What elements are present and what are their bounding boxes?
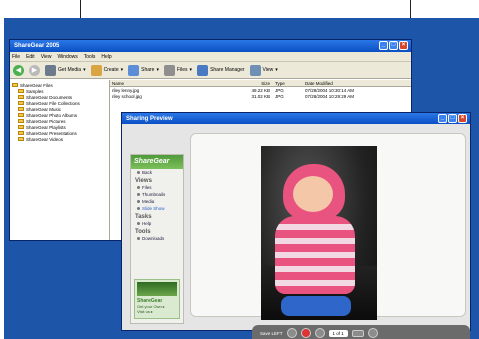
share-manager-button[interactable]: Share Manager [197, 64, 245, 76]
sharegear-ad-banner[interactable]: ShareGear Get your Own ▸ Visit us ▸ [134, 279, 180, 319]
table-row[interactable]: riley school.jpg 31.02 KB JPG 07/28/2004… [110, 93, 411, 99]
link-media[interactable]: Media [131, 198, 183, 205]
close-button[interactable]: × [399, 41, 408, 50]
folder-icon [18, 101, 24, 105]
camera-icon [45, 64, 56, 76]
share-icon [128, 64, 140, 76]
maximize-button[interactable]: □ [448, 114, 457, 123]
photo-face [293, 176, 333, 212]
files-button[interactable]: Files ▾ [163, 64, 192, 76]
file-type: JPG [275, 93, 284, 99]
back-icon [137, 171, 140, 174]
bullet-icon [137, 207, 140, 210]
link-thumbnails[interactable]: Thumbnails [131, 191, 183, 198]
file-size: 49.22 KB [251, 87, 270, 93]
ad-image [137, 282, 177, 296]
link-help[interactable]: Help [131, 220, 183, 227]
fullscreen-icon[interactable] [351, 329, 364, 337]
file-list-header: Name Size Type Date Modified [110, 80, 411, 87]
create-icon [90, 64, 102, 76]
back-link[interactable]: Back [131, 169, 183, 176]
menu-help[interactable]: Help [101, 54, 111, 60]
download-icon [137, 237, 140, 240]
folder-icon [18, 125, 24, 129]
link-slide-show[interactable]: Slide Show [131, 205, 183, 212]
menu-windows[interactable]: Windows [57, 54, 77, 60]
photo-striped-outfit [275, 216, 355, 294]
minimize-button[interactable]: _ [379, 41, 388, 50]
sharegear-logo: ShareGear [131, 155, 183, 169]
file-date: 07/28/2004 10:30:14 AM [305, 87, 355, 93]
baby-photo [261, 146, 377, 320]
share-button[interactable]: Share ▾ [128, 64, 159, 76]
folder-icon [18, 113, 24, 117]
folder-tree: ShareGear Files Samples ShareGear Docume… [10, 80, 110, 240]
maximize-button[interactable]: □ [389, 41, 398, 50]
menu-view[interactable]: View [41, 54, 52, 60]
menu-edit[interactable]: Edit [26, 54, 35, 60]
ad-line-2: Visit us ▸ [137, 309, 153, 314]
preview-sidebar: ShareGear Back Views Files Thumbnails Me… [130, 154, 184, 324]
page-indicator: 1 of 1 [328, 329, 348, 337]
help-icon [137, 222, 140, 225]
get-media-button[interactable]: Get Media ▾ [45, 64, 86, 76]
folder-icon [18, 131, 24, 135]
main-titlebar[interactable]: ShareGear 2005 _ □ × [10, 40, 411, 52]
menu-bar: File Edit View Windows Tools Help [10, 52, 411, 62]
minimize-button[interactable]: _ [438, 114, 447, 123]
play-icon[interactable] [314, 328, 325, 338]
bullet-icon [137, 200, 140, 203]
page-frame-top [0, 0, 479, 18]
link-files[interactable]: Files [131, 184, 183, 191]
folder-icon [12, 83, 18, 87]
view-icon [249, 64, 261, 76]
frame-divider [80, 0, 81, 18]
table-row[interactable]: riley lenny.jpg 49.22 KB JPG 07/28/2004 … [110, 87, 411, 93]
tree-item-videos[interactable]: ShareGear Videos [12, 136, 107, 142]
section-views: Views [135, 178, 152, 184]
preview-body: ShareGear Back Views Files Thumbnails Me… [122, 124, 470, 339]
column-name[interactable]: Name [110, 81, 245, 86]
slideshow-stage [190, 133, 466, 320]
photo-toy [281, 296, 351, 316]
folder-icon [18, 89, 24, 93]
file-name: riley lenny.jpg [112, 87, 140, 93]
file-type: JPG [275, 87, 284, 93]
previous-icon[interactable] [286, 328, 297, 338]
preview-titlebar[interactable]: Sharing Preview _ □ × [122, 113, 470, 124]
main-window-title: ShareGear 2005 [14, 43, 60, 49]
folder-icon [18, 119, 24, 123]
menu-tools[interactable]: Tools [84, 54, 96, 60]
close-button[interactable]: × [458, 114, 467, 123]
folder-icon [18, 95, 24, 99]
create-button[interactable]: Create ▾ [90, 64, 123, 76]
column-date-modified[interactable]: Date Modified [303, 81, 383, 86]
bullet-icon [137, 193, 140, 196]
settings-icon[interactable] [367, 328, 378, 338]
preview-window-title: Sharing Preview [126, 115, 173, 122]
save-label[interactable]: Save LEFT [260, 331, 283, 336]
back-arrow-icon[interactable]: ◀ [13, 64, 24, 76]
file-size: 31.02 KB [251, 93, 270, 99]
column-type[interactable]: Type [273, 81, 303, 86]
file-date: 07/28/2004 10:29:29 AM [305, 93, 355, 99]
share-manager-icon [197, 64, 209, 76]
section-tasks: Tasks [135, 214, 152, 220]
folder-icon [18, 137, 24, 141]
section-tools: Tools [135, 229, 151, 235]
folder-icon [18, 107, 24, 111]
slideshow-controls: Save LEFT 1 of 1 [252, 325, 470, 339]
forward-arrow-icon[interactable]: ▶ [29, 64, 40, 76]
bullet-icon [137, 186, 140, 189]
stop-icon[interactable] [300, 328, 311, 338]
sharing-preview-window: Sharing Preview _ □ × ShareGear Back Vie… [121, 112, 471, 339]
files-icon [163, 64, 175, 76]
toolbar: ◀ ▶ Get Media ▾ Create ▾ Share ▾ Files ▾… [10, 62, 411, 79]
file-name: riley school.jpg [112, 93, 142, 99]
menu-file[interactable]: File [12, 54, 20, 60]
link-downloads[interactable]: Downloads [131, 235, 183, 242]
frame-divider [410, 0, 411, 18]
view-button[interactable]: View ▾ [249, 64, 278, 76]
column-size[interactable]: Size [245, 81, 273, 86]
